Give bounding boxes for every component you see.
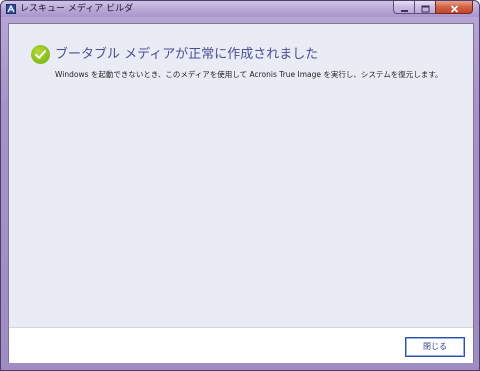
description-text: Windows を起動できないとき、このメディアを使用して Acronis Tr…	[55, 70, 443, 79]
close-icon	[450, 1, 459, 17]
close-window-button[interactable]	[435, 1, 473, 14]
minimize-icon	[400, 1, 409, 17]
content-panel: ブータブル メディアが正常に作成されました Windows を起動できないとき、…	[8, 23, 474, 363]
title-bar[interactable]: レスキュー メディア ビルダ	[1, 1, 479, 17]
close-button[interactable]: 閉じる	[405, 337, 465, 357]
caption-buttons	[393, 1, 473, 15]
success-heading: ブータブル メディアが正常に作成されました	[55, 47, 319, 62]
app-window: レスキュー メディア ビルダ ブータブル メディアが正常に作成されました Win…	[0, 0, 480, 371]
maximize-button[interactable]	[414, 1, 435, 14]
acronis-a-icon[interactable]	[6, 4, 16, 14]
window-title: レスキュー メディア ビルダ	[20, 4, 134, 14]
maximize-icon	[421, 1, 430, 17]
check-circle-icon	[31, 45, 50, 64]
button-bar: 閉じる	[9, 327, 473, 363]
minimize-button[interactable]	[393, 1, 414, 14]
